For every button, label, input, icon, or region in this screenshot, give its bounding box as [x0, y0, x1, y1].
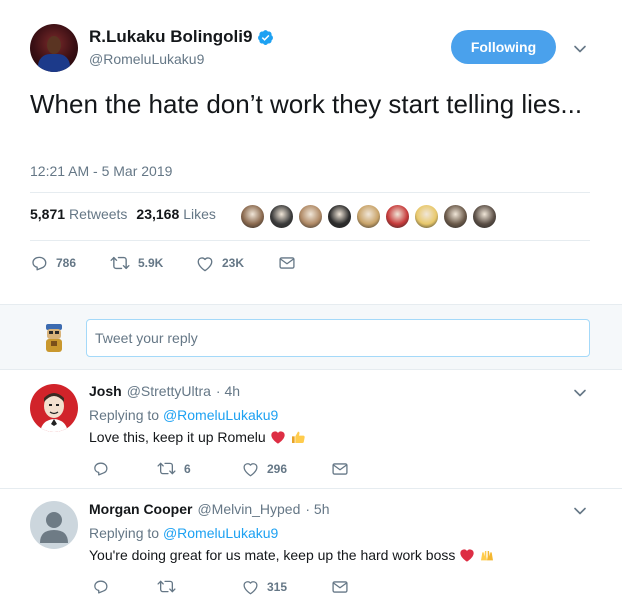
divider — [30, 192, 590, 193]
like-action[interactable]: 23K — [196, 255, 279, 272]
dm-action[interactable] — [332, 462, 348, 476]
like-action[interactable]: 296 — [242, 461, 332, 477]
reply-icon — [32, 256, 47, 271]
like-count: 23K — [222, 256, 245, 270]
author-name-row[interactable]: R.Lukaku Bolingoli9 — [89, 27, 274, 47]
reply-action[interactable]: 786 — [30, 254, 110, 272]
following-button[interactable]: Following — [451, 30, 556, 64]
chevron-down-icon[interactable] — [573, 504, 587, 518]
like-icon — [243, 580, 258, 594]
thumbs-up-emoji — [291, 431, 305, 444]
chevron-down-icon[interactable] — [573, 42, 587, 56]
likes-count: 23,168 — [136, 206, 180, 222]
dm-icon — [279, 257, 295, 269]
chevron-down-icon[interactable] — [573, 386, 587, 400]
reply-time[interactable]: · 4h — [216, 383, 240, 399]
retweet-count: 6 — [184, 461, 191, 476]
reply-count: 786 — [56, 256, 77, 270]
reply-actions: 315 — [92, 578, 348, 595]
retweets-stat[interactable]: 5,871 Retweets — [30, 206, 127, 222]
liker-avatar[interactable] — [443, 204, 468, 229]
reply-header: Morgan Cooper @Melvin_Hyped · 5h — [89, 501, 330, 517]
verified-badge-icon — [258, 29, 274, 45]
retweets-count: 5,871 — [30, 206, 66, 222]
retweet-icon — [157, 462, 176, 475]
author-display-name[interactable]: R.Lukaku Bolingoli9 — [89, 27, 252, 47]
liker-avatar[interactable] — [414, 204, 439, 229]
reply-author-handle[interactable]: @Melvin_Hyped — [197, 501, 300, 517]
tweet-timestamp[interactable]: 12:21 AM - 5 Mar 2019 — [30, 163, 172, 179]
red-heart-emoji — [270, 431, 285, 444]
divider — [30, 240, 590, 241]
reply-author-avatar[interactable] — [30, 501, 78, 549]
replying-to-handle[interactable]: @RomeluLukaku9 — [163, 407, 278, 423]
red-heart-emoji — [460, 549, 475, 562]
retweet-action[interactable] — [157, 578, 242, 595]
liker-avatar[interactable] — [472, 204, 497, 229]
retweets-label: Retweets — [69, 206, 128, 222]
replying-prefix: Replying to — [89, 407, 160, 423]
liker-avatar[interactable] — [298, 204, 323, 229]
reply-header: Josh @StrettyUltra · 4h — [89, 383, 240, 399]
tweet-actions: 786 5.9K 23K — [30, 254, 295, 272]
like-icon — [197, 256, 213, 271]
replying-to: Replying to @RomeluLukaku9 — [89, 525, 278, 541]
author-handle[interactable]: @RomeluLukaku9 — [89, 51, 204, 67]
like-action[interactable]: 315 — [242, 579, 332, 595]
liker-avatar[interactable] — [327, 204, 352, 229]
liker-avatar[interactable] — [269, 204, 294, 229]
reply-composer: Tweet your reply — [0, 304, 622, 370]
replying-to: Replying to @RomeluLukaku9 — [89, 407, 278, 423]
retweet-icon — [157, 580, 176, 593]
reply-icon — [94, 462, 108, 476]
reply-author-avatar[interactable] — [30, 384, 78, 432]
dm-action[interactable] — [332, 580, 348, 594]
retweet-icon — [110, 256, 130, 270]
reply-author-name[interactable]: Josh — [89, 383, 122, 399]
retweet-action[interactable]: 6 — [157, 460, 242, 477]
reply-tweet[interactable]: Morgan Cooper @Melvin_Hyped · 5h Replyin… — [0, 489, 622, 602]
reply-input[interactable]: Tweet your reply — [86, 319, 590, 357]
likes-label: Likes — [183, 206, 216, 222]
reply-author-name[interactable]: Morgan Cooper — [89, 501, 192, 517]
likes-stat[interactable]: 23,168 Likes — [136, 206, 216, 222]
retweet-count: 5.9K — [138, 256, 164, 270]
raised-hands-emoji — [481, 551, 494, 561]
reply-time[interactable]: · 5h — [305, 501, 329, 517]
reply-action[interactable] — [92, 460, 157, 477]
like-count: 296 — [267, 461, 288, 476]
reply-icon — [94, 580, 108, 594]
liker-avatar[interactable] — [385, 204, 410, 229]
replying-to-handle[interactable]: @RomeluLukaku9 — [163, 525, 278, 541]
liker-avatar[interactable] — [356, 204, 381, 229]
liker-avatar[interactable] — [240, 204, 265, 229]
dm-action[interactable] — [279, 256, 295, 270]
like-count: 315 — [267, 579, 288, 594]
reply-text-row: Love this, keep it up Romelu — [89, 429, 306, 445]
tweet-text: When the hate don’t work they start tell… — [30, 89, 583, 119]
reply-text: You're doing great for us mate, keep up … — [89, 547, 456, 563]
reply-action[interactable] — [92, 578, 157, 595]
author-avatar[interactable] — [30, 24, 78, 72]
like-icon — [243, 462, 258, 476]
replying-prefix: Replying to — [89, 525, 160, 541]
user-avatar[interactable] — [40, 320, 68, 354]
dm-icon — [332, 580, 348, 593]
dm-icon — [332, 462, 348, 475]
tweet-stats: 5,871 Retweets 23,168 Likes — [30, 206, 216, 222]
reply-author-handle[interactable]: @StrettyUltra — [127, 383, 211, 399]
retweet-action[interactable]: 5.9K — [110, 254, 196, 272]
liker-avatars — [240, 204, 501, 229]
main-tweet: R.Lukaku Bolingoli9 @RomeluLukaku9 Follo… — [0, 0, 622, 304]
reply-tweet[interactable]: Josh @StrettyUltra · 4h Replying to @Rom… — [0, 370, 622, 489]
reply-text: Love this, keep it up Romelu — [89, 429, 266, 445]
reply-actions: 6 296 — [92, 460, 348, 477]
reply-text-row: You're doing great for us mate, keep up … — [89, 547, 495, 563]
